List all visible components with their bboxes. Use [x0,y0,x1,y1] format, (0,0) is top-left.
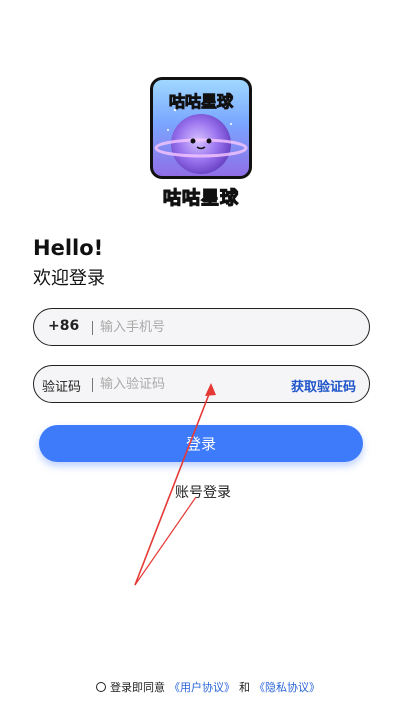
logo-inner-text: 咕咕星球 [169,92,234,111]
welcome-subheading: 欢迎登录 [33,268,105,289]
phone-input[interactable] [100,317,280,337]
annotation-pointer-line [134,496,197,586]
field-divider [92,378,93,392]
agreement-prefix: 登录即同意 [110,681,165,694]
app-name: 咕咕星球 [162,187,239,209]
phone-field: +86 [33,308,370,346]
account-login-link[interactable]: 账号登录 [175,482,231,502]
agree-radio[interactable] [96,682,106,692]
code-input[interactable] [100,374,280,394]
agreement-and: 和 [239,681,250,694]
field-divider [92,321,93,335]
hello-heading: Hello! [33,236,104,260]
country-code-prefix[interactable]: +86 [48,318,79,334]
code-field: 验证码 获取验证码 [33,365,370,403]
planet-mascot-icon: 咕咕星球 [154,92,248,174]
privacy-policy-link[interactable]: 《隐私协议》 [254,679,320,695]
code-label: 验证码 [42,380,82,395]
agreement-row: 登录即同意 《用户协议》 和 《隐私协议》 [96,679,320,695]
user-agreement-link[interactable]: 《用户协议》 [169,679,235,695]
get-code-button[interactable]: 获取验证码 [291,376,356,395]
login-button[interactable]: 登录 [39,425,363,462]
app-logo: 咕咕星球 [150,77,252,179]
